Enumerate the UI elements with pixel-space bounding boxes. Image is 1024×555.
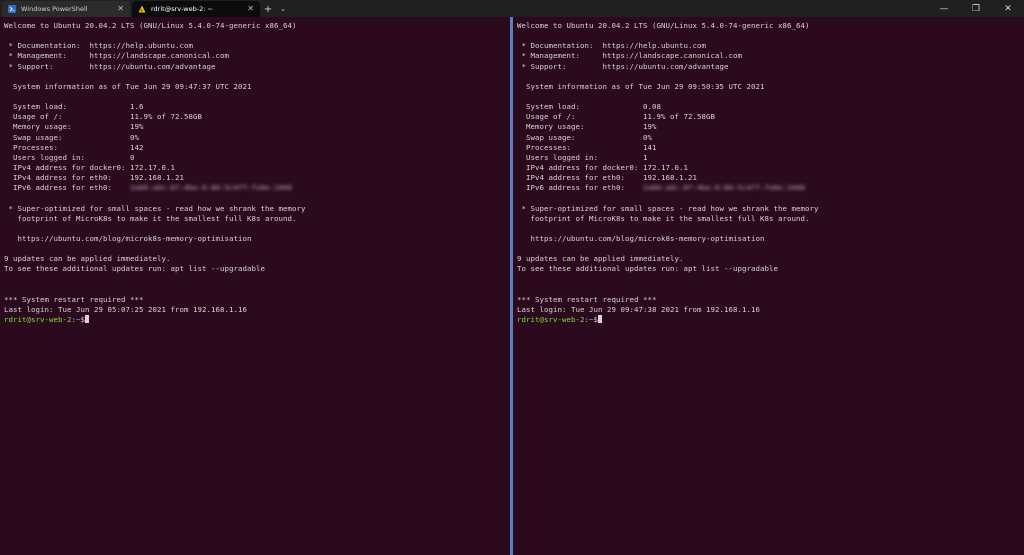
terminal-line: *** System restart required *** (4, 294, 144, 304)
terminal-line: https://ubuntu.com/blog/microk8s-memory-… (517, 233, 765, 243)
terminal-output: * Super-optimized for small spaces - rea… (517, 193, 1024, 315)
tab-ubuntu-ssh[interactable]: rdrit@srv-web-2: ~ ✕ (132, 1, 260, 17)
terminal-line: *** System restart required *** (517, 294, 657, 304)
text-cursor (85, 315, 89, 324)
ipv6-line: IPv6 address for eth0: 2a00:a0c:8f:4be:0… (517, 183, 805, 193)
tab-title: Windows PowerShell (21, 5, 88, 13)
terminal-line: Users logged in: 0 (4, 152, 135, 162)
terminal-line: System load: 0.08 (517, 102, 661, 112)
terminal-line: IPv4 address for docker0: 172.17.0.1 (4, 162, 175, 172)
terminal-line: Memory usage: 19% (4, 122, 144, 132)
terminal-line: Welcome to Ubuntu 20.04.2 LTS (GNU/Linux… (4, 21, 297, 30)
close-window-button[interactable]: ✕ (992, 0, 1024, 17)
terminal-line: footprint of MicroK8s to make it the sma… (4, 213, 297, 223)
text-cursor (598, 315, 602, 324)
terminal-line: IPv4 address for eth0: 192.168.1.21 (517, 173, 697, 183)
ubuntu-icon (138, 5, 146, 13)
shell-prompt[interactable]: rdrit@srv-web-2:~$ (517, 315, 1024, 325)
redacted-ipv6: 2a00:a0c:8f:4be:0:80:5c4ff:fe8e:1000 (643, 183, 805, 193)
redacted-ipv6: 2a00:a0c:8f:4be:0:80:5c4ff:fe8e:1000 (130, 183, 292, 193)
terminal-line: Last login: Tue Jun 29 09:47:38 2021 fro… (517, 304, 760, 314)
ipv6-line: IPv6 address for eth0: 2a00:a0c:8f:4be:0… (4, 183, 292, 193)
terminal-line: * Support: https://ubuntu.com/advantage (4, 61, 216, 71)
terminal-line: System load: 1.6 (4, 102, 144, 112)
tab-dropdown-button[interactable]: ⌄ (276, 1, 290, 17)
terminal-line: * Documentation: https://help.ubuntu.com (517, 41, 706, 51)
prompt-user: rdrit@srv-web-2 (517, 315, 585, 325)
terminal-line: * Management: https://landscape.canonica… (4, 51, 229, 61)
close-tab-icon[interactable]: ✕ (247, 5, 254, 13)
minimize-button[interactable]: — (928, 0, 960, 17)
terminal-line: * Super-optimized for small spaces - rea… (517, 203, 819, 213)
terminal-line: footprint of MicroK8s to make it the sma… (517, 213, 810, 223)
terminal-pane-left[interactable]: Welcome to Ubuntu 20.04.2 LTS (GNU/Linux… (0, 17, 510, 555)
terminal-line: * Documentation: https://help.ubuntu.com (4, 41, 193, 51)
powershell-icon (8, 5, 16, 13)
tab-title: rdrit@srv-web-2: ~ (151, 5, 213, 13)
terminal-line: Processes: 141 (517, 142, 657, 152)
terminal-line: IPv4 address for eth0: 192.168.1.21 (4, 173, 184, 183)
maximize-button[interactable]: ❐ (960, 0, 992, 17)
new-tab-button[interactable]: + (260, 1, 276, 17)
terminal-line: Usage of /: 11.9% of 72.58GB (4, 112, 202, 122)
terminal-line: To see these additional updates run: apt… (517, 264, 778, 274)
terminal-line: System information as of Tue Jun 29 09:5… (517, 81, 765, 91)
terminal-output: * Super-optimized for small spaces - rea… (4, 193, 510, 315)
terminal-output: Welcome to Ubuntu 20.04.2 LTS (GNU/Linux… (517, 21, 1024, 183)
terminal-line: Swap usage: 0% (4, 132, 139, 142)
terminal-output: Welcome to Ubuntu 20.04.2 LTS (GNU/Linux… (4, 21, 510, 183)
terminal-line: Processes: 142 (4, 142, 144, 152)
terminal-line: Users logged in: 1 (517, 152, 648, 162)
terminal-line: * Support: https://ubuntu.com/advantage (517, 61, 729, 71)
terminal-line: * Management: https://landscape.canonica… (517, 51, 742, 61)
terminal-line: https://ubuntu.com/blog/microk8s-memory-… (4, 233, 252, 243)
terminal-line: Swap usage: 0% (517, 132, 652, 142)
terminal-line: 9 updates can be applied immediately. (517, 254, 684, 264)
prompt-user: rdrit@srv-web-2 (4, 315, 72, 325)
terminal-line: Last login: Tue Jun 29 05:07:25 2021 fro… (4, 304, 247, 314)
terminal-pane-right[interactable]: Welcome to Ubuntu 20.04.2 LTS (GNU/Linux… (513, 17, 1024, 555)
tab-windows-powershell[interactable]: Windows PowerShell ✕ (2, 1, 130, 17)
terminal-line: * Super-optimized for small spaces - rea… (4, 203, 306, 213)
close-tab-icon[interactable]: ✕ (117, 5, 124, 13)
terminal-line: IPv4 address for docker0: 172.17.0.1 (517, 162, 688, 172)
terminal-line: System information as of Tue Jun 29 09:4… (4, 81, 252, 91)
terminal-line: Welcome to Ubuntu 20.04.2 LTS (GNU/Linux… (517, 21, 810, 30)
terminal-line: To see these additional updates run: apt… (4, 264, 265, 274)
terminal-line: Memory usage: 19% (517, 122, 657, 132)
terminal-line: 9 updates can be applied immediately. (4, 254, 171, 264)
shell-prompt[interactable]: rdrit@srv-web-2:~$ (4, 315, 510, 325)
title-bar: Windows PowerShell ✕ rdrit@srv-web-2: ~ … (0, 0, 1024, 17)
terminal-line: Usage of /: 11.9% of 72.58GB (517, 112, 715, 122)
